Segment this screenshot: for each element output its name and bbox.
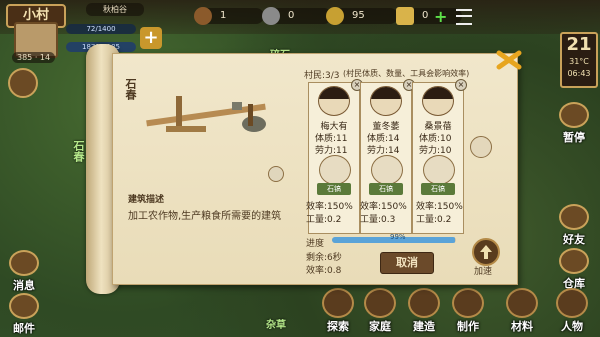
sidebar-label-pause: 暂停 [563, 131, 585, 144]
character-icon [556, 288, 588, 318]
storage-icon [559, 248, 589, 274]
sidebar-label-mail: 邮件 [13, 322, 35, 335]
calendar-widget[interactable]: 21 31°C 06:43 [560, 32, 598, 88]
tool-name: 石镐 [421, 183, 455, 195]
message-icon [9, 250, 39, 276]
worker-efficiency: 效率:150% [360, 202, 407, 212]
explore-icon [322, 288, 354, 318]
description-text: 加工农作物,生产粮食所需要的建筑 [128, 211, 282, 222]
tool-name: 石镐 [369, 183, 403, 195]
menu-family[interactable]: 家庭 [360, 288, 400, 334]
pickaxe-icon[interactable] [371, 155, 403, 185]
resource-coins[interactable]: 95 [326, 7, 398, 25]
pause-icon [559, 102, 589, 128]
villager-count: 村民:3/3 [304, 71, 340, 81]
worker-efficiency: 效率:150% [306, 202, 353, 212]
family-icon [364, 288, 396, 318]
worker-effort: 劳力:11 [315, 146, 348, 156]
calendar-day: 21 [566, 34, 592, 55]
accelerate-label[interactable]: 加速 [474, 264, 492, 277]
location-label: 秋柏谷 [86, 3, 144, 16]
resource-stone[interactable]: 0 [262, 7, 332, 25]
sidebar-label-friends: 好友 [563, 233, 585, 246]
add-ticket-icon[interactable]: + [434, 7, 447, 26]
craft-icon [452, 288, 484, 318]
menu-explore-label: 探索 [327, 320, 349, 333]
resource-wood[interactable]: 1 [194, 7, 264, 25]
sidebar-item-pause[interactable]: 暂停 [554, 102, 594, 145]
stat-b: 14 [39, 53, 51, 62]
accelerate-icon[interactable] [472, 238, 500, 266]
worker-avatar [422, 86, 454, 116]
sidebar-item-friends[interactable]: 好友 [554, 204, 594, 247]
pickaxe-icon [268, 166, 284, 182]
ticket-icon [396, 7, 414, 25]
menu-character[interactable]: 人物 [552, 288, 592, 334]
wood-icon [194, 7, 212, 25]
menu-materials[interactable]: 材料 [502, 288, 542, 334]
building-illustration [136, 86, 286, 146]
description-label: 建筑描述 [128, 195, 165, 205]
worker-effort: 劳力:10 [419, 146, 452, 156]
sidebar-item-mail[interactable]: 邮件 [4, 293, 44, 336]
remaining-time: 剩余:6秒 [306, 253, 342, 263]
resource-stone-value: 0 [288, 10, 295, 21]
map-label-grass[interactable]: 杂草 [266, 316, 286, 331]
resource-ticket-value: 0 [422, 10, 429, 21]
villager-note: (村民体质、数量、工具会影响效率) [343, 69, 470, 78]
resource-wood-value: 1 [220, 10, 227, 21]
worker-effort: 劳力:14 [367, 146, 400, 156]
worker-workload: 工量:0.3 [360, 215, 396, 225]
menu-explore[interactable]: 探索 [318, 288, 358, 334]
building-name-map[interactable]: 石春 [70, 140, 86, 162]
friends-icon [559, 204, 589, 230]
stone-icon [262, 7, 280, 25]
progress-text: 99% [390, 233, 406, 241]
calendar-time: 06:43 [567, 69, 591, 78]
resource-ticket[interactable]: 0 [396, 7, 462, 25]
lock-icon[interactable] [470, 136, 492, 158]
hp-bar: 72/1400 [66, 24, 136, 34]
menu-build[interactable]: 建造 [404, 288, 444, 334]
menu-icon[interactable] [456, 9, 472, 25]
remove-worker-icon[interactable]: × [455, 79, 467, 91]
worker-efficiency: 效率:150% [416, 202, 463, 212]
worker-workload: 工量:0.2 [306, 215, 342, 225]
coin-icon [326, 7, 344, 25]
worker-workload: 工量:0.2 [416, 215, 452, 225]
total-efficiency: 效率:0.8 [306, 266, 342, 276]
stat-a: 385 [17, 53, 33, 62]
mail-icon [9, 293, 39, 319]
menu-build-label: 建造 [413, 320, 435, 333]
menu-family-label: 家庭 [369, 320, 391, 333]
progress-label: 进度 [306, 239, 325, 249]
player-stats: 385 · 14 [12, 52, 56, 63]
menu-craft[interactable]: 制作 [448, 288, 488, 334]
menu-materials-label: 材料 [511, 320, 533, 333]
worker-avatar [370, 86, 402, 116]
pickaxe-icon[interactable] [319, 155, 351, 185]
sidebar-label-messages: 消息 [13, 279, 35, 292]
event-icon[interactable] [8, 68, 38, 98]
sidebar-item-storage[interactable]: 仓库 [554, 248, 594, 291]
sidebar-item-messages[interactable]: 消息 [4, 250, 44, 293]
calendar-temp: 31°C [569, 57, 589, 66]
close-icon[interactable] [496, 50, 522, 70]
pickaxe-icon[interactable] [423, 155, 455, 185]
cancel-button[interactable]: 取消 [380, 252, 434, 274]
build-icon [408, 288, 440, 318]
materials-icon [506, 288, 538, 318]
tool-name: 石镐 [317, 183, 351, 195]
menu-craft-label: 制作 [457, 320, 479, 333]
worker-avatar [318, 86, 350, 116]
menu-character-label: 人物 [561, 320, 583, 333]
coins-value: 95 [352, 10, 365, 21]
plus-icon[interactable]: + [140, 27, 162, 49]
